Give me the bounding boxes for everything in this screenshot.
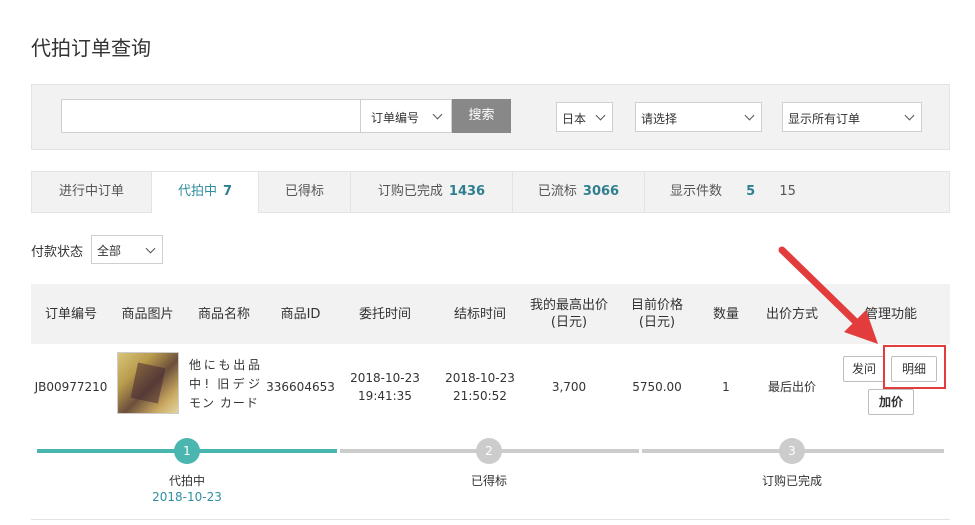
tab-count: 1436 [448, 184, 486, 199]
country-select-value: 日本 [562, 112, 587, 126]
cell-bid-method: 最后出价 [767, 379, 816, 394]
header-order-no: 订单编号 [44, 306, 97, 322]
tab-won[interactable]: 已得标 [259, 172, 351, 212]
progress-step-3: 3 [779, 438, 805, 464]
order-filter-select[interactable]: 显示所有订单 [782, 102, 922, 132]
payment-status-value: 全部 [97, 244, 122, 258]
header-max-bid-line1: 我的最高出价 [529, 298, 608, 313]
status-select[interactable]: 请选择 [635, 102, 762, 132]
header-current-price: 目前价格 (日元) [611, 284, 703, 344]
cell-quantity: 1 [722, 379, 730, 394]
tab-label: 代拍中 [177, 184, 217, 199]
header-current-price-line2: (日元) [638, 315, 676, 330]
search-field-select-value: 订单编号 [371, 111, 420, 125]
tab-in-progress[interactable]: 进行中订单 [32, 172, 152, 212]
chevron-down-icon [432, 109, 443, 120]
progress-step-3-label: 订购已完成 [761, 474, 822, 488]
payment-status-select[interactable]: 全部 [91, 235, 163, 264]
commission-date: 2018-10-23 [350, 370, 420, 385]
display-count-option-15[interactable]: 15 [779, 184, 796, 199]
header-max-bid: 我的最高出价 (日元) [527, 284, 611, 344]
header-quantity: 数量 [712, 306, 739, 322]
search-input[interactable] [61, 99, 361, 133]
status-select-value: 请选择 [641, 112, 678, 126]
message-button[interactable]: 发问 [843, 356, 885, 382]
cell-end-time: 2018-10-23 21:50:52 [433, 344, 527, 429]
header-item-id: 商品ID [280, 306, 321, 322]
progress-step-1-date: 2018-10-23 [152, 490, 222, 504]
search-field-select[interactable]: 订单编号 [360, 99, 452, 133]
search-button[interactable]: 搜索 [452, 99, 511, 133]
cell-current-price: 5750.00 [632, 379, 682, 394]
tab-count: 7 [222, 184, 233, 199]
header-image: 商品图片 [121, 306, 174, 322]
annotation-arrow-icon [778, 246, 878, 344]
tab-label: 已流标 [537, 184, 577, 199]
header-current-price-line1: 目前价格 [630, 298, 683, 313]
product-image[interactable] [117, 352, 179, 414]
progress-step-1: 1 [174, 438, 200, 464]
table-row: JB00977210 他にも出品中! 旧デジモン カード 336604653 2… [31, 344, 950, 429]
progress-step-2-label: 已得标 [470, 474, 507, 488]
header-commission-time: 委托时间 [358, 306, 411, 322]
tab-failed[interactable]: 已流标 3066 [513, 172, 645, 212]
tab-label: 已得标 [284, 184, 324, 199]
header-max-bid-line2: (日元) [550, 315, 588, 330]
end-date: 2018-10-23 [445, 370, 515, 385]
page-title: 代拍订单查询 [31, 36, 151, 60]
chevron-down-icon [904, 110, 915, 121]
payment-status-label: 付款状态 [31, 245, 84, 260]
chevron-down-icon [744, 110, 755, 121]
cell-product-name[interactable]: 他にも出品中! 旧デジモン カード [189, 356, 261, 413]
progress-step-2: 2 [476, 438, 502, 464]
tab-bidding[interactable]: 代拍中 7 [152, 172, 259, 213]
tab-completed[interactable]: 订购已完成 1436 [351, 172, 513, 212]
header-name: 商品名称 [197, 306, 250, 322]
raise-bid-button[interactable]: 加价 [868, 389, 914, 415]
order-tabs: 进行中订单 代拍中 7 已得标 订购已完成 1436 已流标 3066 显示件数 5 … [31, 171, 950, 213]
tab-label: 订购已完成 [377, 184, 443, 199]
commission-clock: 19:41:35 [358, 388, 412, 403]
display-count-option-5[interactable]: 5 [746, 184, 755, 199]
search-panel: 订单编号 搜索 日本 请选择 显示所有订单 [31, 84, 950, 150]
cell-order-no: JB00977210 [34, 379, 108, 394]
country-select[interactable]: 日本 [556, 102, 613, 132]
chevron-down-icon [595, 110, 606, 121]
cell-max-bid: 3,700 [551, 379, 587, 394]
chevron-down-icon [145, 243, 156, 254]
end-clock: 21:50:52 [453, 388, 507, 403]
tab-label: 进行中订单 [58, 184, 124, 199]
bottom-divider [31, 519, 950, 520]
display-count-label: 显示件数 [670, 184, 723, 199]
order-filter-select-value: 显示所有订单 [788, 112, 861, 126]
progress-step-1-label: 代拍中 [168, 474, 205, 488]
header-end-time: 结标时间 [453, 306, 506, 322]
tab-count: 3066 [582, 184, 620, 199]
cell-item-id: 336604653 [266, 379, 335, 394]
cell-commission-time: 2018-10-23 19:41:35 [337, 344, 433, 429]
display-count: 显示件数 5 15 [645, 172, 825, 212]
detail-highlight-box [883, 345, 946, 389]
